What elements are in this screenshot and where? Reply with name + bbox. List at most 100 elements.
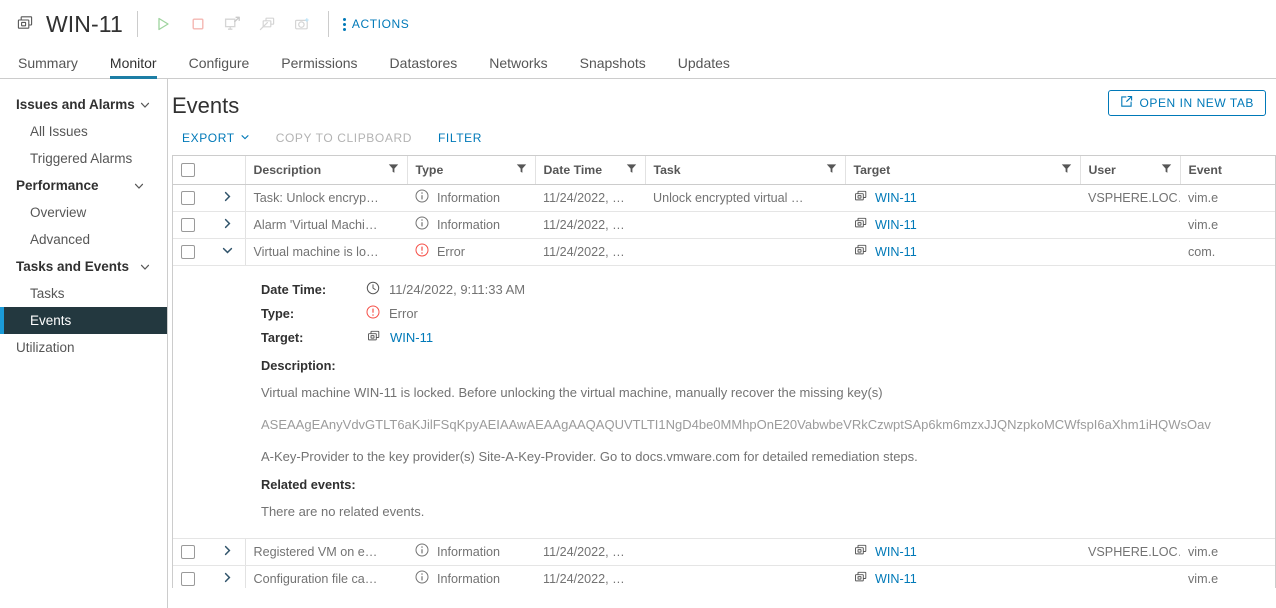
row-expand-cell[interactable] [211,211,246,239]
tab-datastores[interactable]: Datastores [374,55,474,78]
cell-date-time: 11/24/2022, … [535,211,645,239]
open-in-new-tab-button[interactable]: OPEN IN NEW TAB [1107,90,1266,116]
cell-event: vim.e [1180,211,1275,239]
column-header-description[interactable]: Description [245,156,408,185]
sidebar-item-label: Tasks [30,286,65,301]
tab-snapshots[interactable]: Snapshots [564,55,662,78]
filter-funnel-icon[interactable] [1161,163,1172,177]
detail-target-label: Target: [261,330,304,345]
table-header-row: Description Type Date Time Task Target U… [173,156,1275,185]
chevron-down-icon[interactable] [222,245,233,256]
detail-type-value: Error [389,306,418,321]
cell-description: Registered VM on e… [245,538,407,566]
select-all-header [173,156,211,185]
snapshot-icon[interactable] [292,13,314,35]
sidebar-item-overview[interactable]: Overview [0,199,167,226]
migrate-icon[interactable] [257,13,279,35]
tab-summary[interactable]: Summary [2,55,94,78]
sidebar-item-label: Triggered Alarms [30,151,133,166]
type-label: Information [437,544,500,559]
column-header-user[interactable]: User [1080,156,1181,185]
external-link-icon [1120,95,1133,111]
virtual-machine-icon [14,13,36,35]
filter-funnel-icon[interactable] [516,163,527,177]
target-link[interactable]: WIN-11 [875,545,917,559]
row-checkbox[interactable] [181,190,195,205]
sidebar-item-triggered-alarms[interactable]: Triggered Alarms [0,145,167,172]
sidebar-item-tasks[interactable]: Tasks [0,280,167,307]
row-checkbox[interactable] [181,244,195,259]
table-row[interactable]: Configuration file ca… Information 11/24… [173,565,1275,588]
actions-label: ACTIONS [351,17,410,31]
column-header-task[interactable]: Task [645,156,846,185]
column-header-type[interactable]: Type [407,156,536,185]
cell-date-time: 11/24/2022, … [535,538,645,566]
detail-target-link[interactable]: WIN-11 [390,330,433,345]
table-row[interactable]: Alarm 'Virtual Machi… Information 11/24/… [173,211,1275,239]
target-link[interactable]: WIN-11 [875,191,917,205]
detail-date-time-row: Date Time: 11/24/2022, 9:11:33 AM [261,278,1275,302]
actions-menu-button[interactable]: ACTIONS [342,17,410,31]
filter-label: FILTER [437,131,483,145]
row-checkbox[interactable] [181,217,195,232]
table-row[interactable]: Virtual machine is lo… Error 11/24/2022,… [173,238,1275,266]
select-all-checkbox[interactable] [181,162,195,177]
column-label: Type [415,162,444,177]
cell-target: WIN-11 [845,538,1080,566]
column-header-date-time[interactable]: Date Time [535,156,646,185]
type-label: Error [437,244,465,259]
tab-configure[interactable]: Configure [173,55,266,78]
expand-column-header [211,156,246,185]
target-link[interactable]: WIN-11 [875,218,917,232]
tab-permissions[interactable]: Permissions [265,55,373,78]
table-row[interactable]: Task: Unlock encryp… Information 11/24/2… [173,184,1275,212]
column-header-target[interactable]: Target [845,156,1081,185]
row-expand-cell[interactable] [211,184,246,212]
chevron-right-icon[interactable] [222,572,233,583]
row-collapse-cell[interactable] [211,238,246,266]
row-select-cell [173,238,211,266]
row-checkbox[interactable] [181,571,195,586]
row-expand-cell[interactable] [211,565,246,588]
launch-console-icon[interactable] [222,13,244,35]
chevron-right-icon[interactable] [222,218,233,229]
column-label: User [1088,162,1116,177]
filter-funnel-icon[interactable] [626,163,637,177]
table-row[interactable]: Registered VM on e… Information 11/24/20… [173,538,1275,566]
sidebar-item-all-issues[interactable]: All Issues [0,118,167,145]
sidebar-group-performance[interactable]: Performance [0,172,167,199]
row-checkbox[interactable] [181,544,195,559]
filter-funnel-icon[interactable] [826,163,837,177]
export-button[interactable]: EXPORT [182,131,250,145]
virtual-machine-icon [853,189,868,207]
filter-button[interactable]: FILTER [438,131,482,145]
sidebar-item-advanced[interactable]: Advanced [0,226,167,253]
detail-related-events-label: Related events: [261,476,356,492]
cell-user [1080,565,1180,588]
tab-monitor[interactable]: Monitor [94,55,173,79]
target-link[interactable]: WIN-11 [875,245,917,259]
sidebar-item-utilization[interactable]: Utilization [0,334,167,361]
sidebar-group-tasks-and-events[interactable]: Tasks and Events [0,253,167,280]
tab-networks[interactable]: Networks [473,55,563,78]
error-icon [366,305,380,322]
detail-date-time-label: Date Time: [261,282,327,297]
power-on-icon[interactable] [152,13,174,35]
chevron-right-icon[interactable] [222,545,233,556]
power-off-icon[interactable] [187,13,209,35]
sidebar-item-events[interactable]: Events [0,307,167,334]
chevron-right-icon[interactable] [222,191,233,202]
open-in-new-tab-label: OPEN IN NEW TAB [1139,96,1254,110]
cell-task [645,238,845,266]
filter-funnel-icon[interactable] [388,163,399,177]
column-header-event[interactable]: Event [1180,156,1275,185]
sidebar-item-label: Overview [30,205,87,220]
sidebar-group-issues-and-alarms[interactable]: Issues and Alarms [0,91,167,118]
filter-funnel-icon[interactable] [1061,163,1072,177]
target-link[interactable]: WIN-11 [875,572,917,586]
cell-event: com. [1180,238,1275,266]
tab-updates[interactable]: Updates [662,55,746,78]
sidebar-group-label: Tasks and Events [16,259,130,274]
cell-type: Error [407,238,535,266]
row-expand-cell[interactable] [211,538,246,566]
